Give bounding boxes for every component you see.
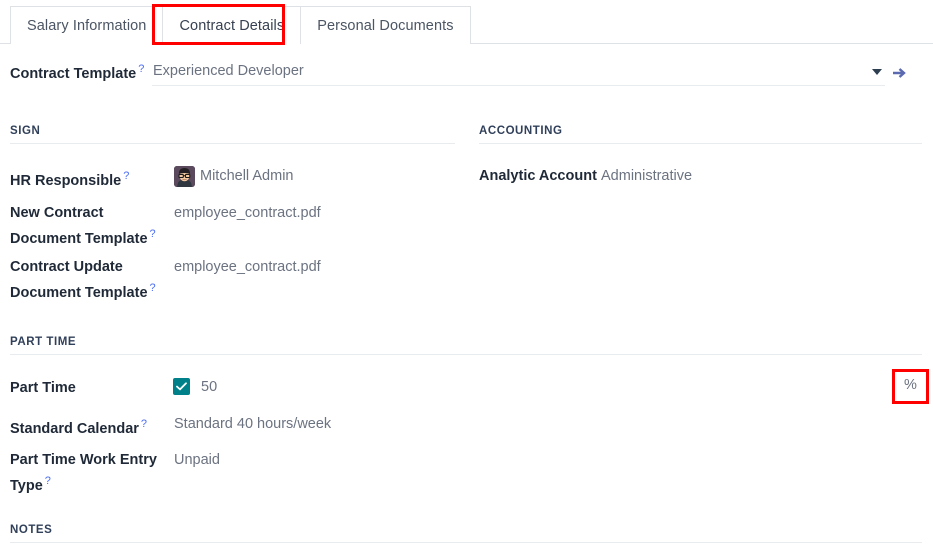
hr-responsible-label-text: HR Responsible bbox=[10, 172, 122, 189]
section-title-sign: SIGN bbox=[10, 125, 41, 137]
hr-responsible-label: HR Responsible? bbox=[10, 166, 129, 192]
analytic-account-label: Analytic Account bbox=[479, 168, 597, 184]
help-icon[interactable]: ? bbox=[141, 418, 147, 430]
section-rule-part-time bbox=[10, 354, 922, 355]
section-title-notes: NOTES bbox=[10, 524, 53, 536]
help-icon[interactable]: ? bbox=[138, 63, 144, 75]
chevron-down-icon[interactable] bbox=[872, 69, 882, 75]
tab-list: Salary Information Contract Details Pers… bbox=[10, 6, 471, 44]
hr-responsible-value[interactable]: Mitchell Admin bbox=[200, 166, 293, 187]
tab-contract-details-label: Contract Details bbox=[179, 17, 285, 34]
contract-update-document-template-value[interactable]: employee_contract.pdf bbox=[174, 257, 321, 278]
part-time-work-entry-type-label: Part Time Work Entry Type? bbox=[10, 450, 157, 497]
arrow-right-icon[interactable] bbox=[890, 63, 910, 83]
part-time-label: Part Time bbox=[10, 380, 76, 396]
contract-template-label-text: Contract Template bbox=[10, 65, 137, 82]
analytic-account-value[interactable]: Administrative bbox=[601, 166, 692, 187]
contract-template-row: Contract Template? Experienced Developer bbox=[0, 58, 933, 90]
tab-personal-documents[interactable]: Personal Documents bbox=[300, 6, 471, 44]
help-icon[interactable]: ? bbox=[150, 282, 156, 294]
help-icon[interactable]: ? bbox=[45, 475, 51, 487]
standard-calendar-value[interactable]: Standard 40 hours/week bbox=[174, 414, 331, 435]
contract-update-document-template-label-line1: Contract Update bbox=[10, 259, 123, 275]
part-time-value[interactable]: 50 bbox=[201, 377, 217, 398]
contract-template-label: Contract Template? bbox=[10, 63, 144, 82]
standard-calendar-label-text: Standard Calendar bbox=[10, 420, 139, 437]
new-contract-document-template-label-line2: Document Template bbox=[10, 230, 148, 247]
part-time-work-entry-type-label-line2: Type bbox=[10, 477, 43, 494]
avatar bbox=[174, 166, 195, 187]
section-rule-notes bbox=[10, 542, 922, 543]
help-icon[interactable]: ? bbox=[123, 170, 129, 182]
section-title-part-time: PART TIME bbox=[10, 336, 77, 348]
new-contract-document-template-label: New Contract Document Template? bbox=[10, 203, 156, 250]
tab-personal-documents-label: Personal Documents bbox=[317, 17, 454, 34]
contract-template-input[interactable]: Experienced Developer bbox=[152, 58, 885, 86]
contract-update-document-template-label: Contract Update Document Template? bbox=[10, 257, 156, 304]
contract-template-value: Experienced Developer bbox=[153, 63, 304, 79]
part-time-checkbox[interactable] bbox=[173, 378, 190, 395]
section-title-accounting: ACCOUNTING bbox=[479, 125, 563, 137]
tab-contract-details[interactable]: Contract Details bbox=[162, 6, 301, 44]
new-contract-document-template-label-line1: New Contract bbox=[10, 205, 104, 221]
part-time-work-entry-type-value[interactable]: Unpaid bbox=[174, 450, 220, 471]
new-contract-document-template-value[interactable]: employee_contract.pdf bbox=[174, 203, 321, 224]
part-time-percent-unit: % bbox=[904, 377, 917, 393]
contract-update-document-template-label-line2: Document Template bbox=[10, 284, 148, 301]
standard-calendar-label: Standard Calendar? bbox=[10, 414, 147, 440]
tab-salary-information-label: Salary Information bbox=[27, 17, 147, 34]
section-rule-sign bbox=[10, 143, 455, 144]
section-rule-accounting bbox=[479, 143, 922, 144]
tab-salary-information[interactable]: Salary Information bbox=[10, 6, 163, 44]
tab-bar: Salary Information Contract Details Pers… bbox=[0, 0, 933, 44]
part-time-work-entry-type-label-line1: Part Time Work Entry bbox=[10, 452, 157, 468]
help-icon[interactable]: ? bbox=[150, 228, 156, 240]
